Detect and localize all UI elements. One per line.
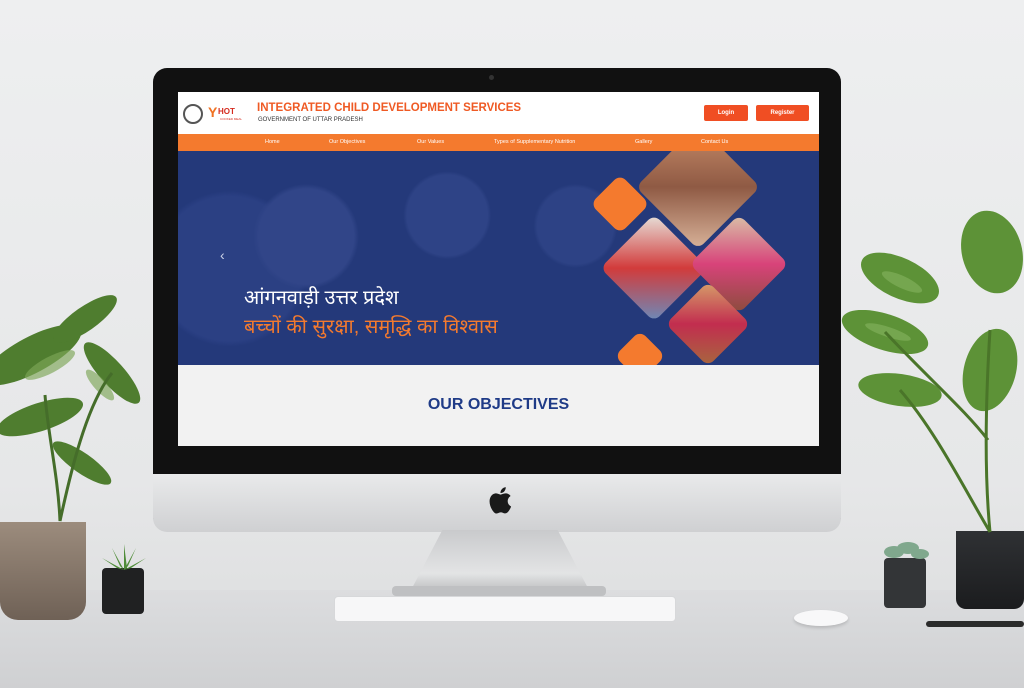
government-emblem-icon (183, 104, 203, 124)
plant-left-leaves (0, 295, 141, 522)
small-plant-pot-left (102, 568, 144, 614)
plant-right-leaves (841, 210, 1023, 533)
nav-gallery[interactable]: Gallery (635, 139, 652, 145)
nav-our-objectives[interactable]: Our Objectives (329, 139, 365, 145)
hcm-logo-main-text: HOT (218, 107, 235, 116)
logo-y-icon: Y (208, 104, 218, 120)
hero-heading-line2: बच्चों की सुरक्षा, समृद्धि का विश्वास (244, 316, 498, 338)
apple-icon (489, 487, 512, 514)
hot-cooked-meal-logo: Y HOT COOKED MEAL (208, 102, 248, 124)
nav-types-of-supplementary-nutrition[interactable]: Types of Supplementary Nutrition (494, 139, 575, 145)
login-button[interactable]: Login (704, 105, 748, 121)
nav-home[interactable]: Home (265, 139, 280, 145)
hcm-logo-sub-text: COOKED MEAL (220, 117, 243, 121)
monitor-stand-base (392, 586, 606, 596)
website-screen: Y HOT COOKED MEAL INTEGRATED CHILD DEVEL… (178, 92, 819, 446)
nav-our-values[interactable]: Our Values (417, 139, 444, 145)
site-header: Y HOT COOKED MEAL INTEGRATED CHILD DEVEL… (178, 92, 819, 134)
plant-pot-left (0, 522, 86, 620)
pen (926, 621, 1024, 627)
webcam (489, 75, 494, 80)
keyboard (334, 596, 676, 622)
succulent-left (102, 544, 146, 570)
mouse (794, 610, 848, 626)
monitor-stand (410, 530, 590, 592)
objectives-section: OUR OBJECTIVES (178, 365, 819, 446)
register-button[interactable]: Register (756, 105, 809, 121)
carousel-prev-icon[interactable]: ‹ (220, 247, 225, 263)
main-navigation: Home Our Objectives Our Values Types of … (178, 134, 819, 151)
site-subtitle: GOVERNMENT OF UTTAR PRADESH (258, 117, 363, 123)
hero-heading-line1: आंगनवाड़ी उत्तर प्रदेश (244, 287, 399, 309)
nav-contact-us[interactable]: Contact Us (701, 139, 728, 145)
hero-banner: ‹ आंगनवाड़ी उत्तर प्रदेश बच्चों की सुरक्… (178, 151, 819, 365)
small-plant-pot-right (884, 558, 926, 608)
succulent-right (884, 542, 929, 559)
site-title: INTEGRATED CHILD DEVELOPMENT SERVICES (257, 102, 522, 114)
objectives-title: OUR OBJECTIVES (427, 396, 570, 413)
plant-pot-right (956, 531, 1024, 609)
